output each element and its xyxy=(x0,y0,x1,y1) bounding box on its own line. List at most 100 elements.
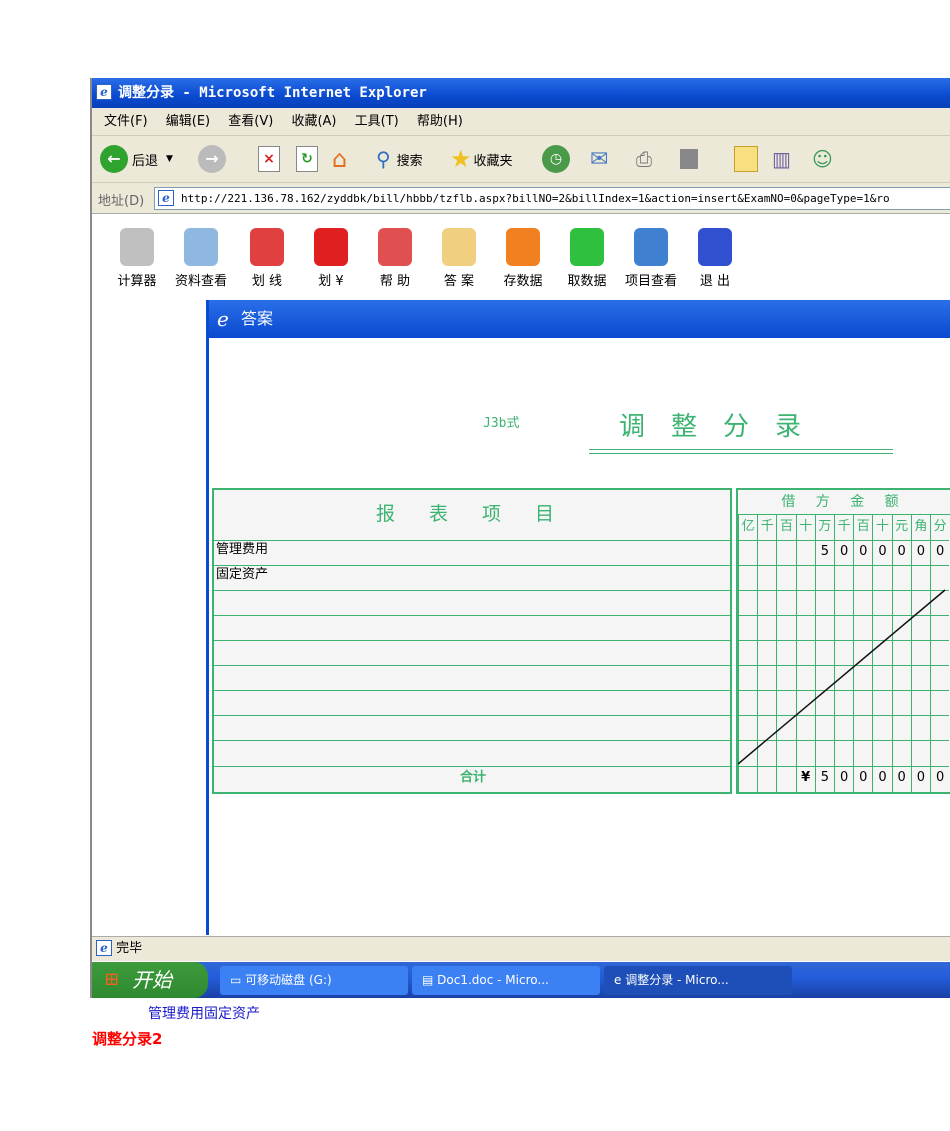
star-icon: ★ xyxy=(450,145,472,173)
tool-button-7[interactable]: 取数据 xyxy=(556,228,618,289)
tool-icon xyxy=(314,228,348,266)
menu-view[interactable]: 查看(V) xyxy=(226,108,275,136)
task-removable-disk[interactable]: ▭ 可移动磁盘 (G:) xyxy=(220,966,408,995)
table-row xyxy=(214,690,730,715)
tool-icon xyxy=(698,228,732,266)
table-row xyxy=(214,740,730,766)
refresh-button[interactable]: ↻ xyxy=(296,144,318,174)
table-row: 固定资产 xyxy=(214,565,730,590)
edit-button[interactable] xyxy=(680,144,698,174)
window-title: 调整分录 - Microsoft Internet Explorer xyxy=(118,85,427,101)
tool-button-6[interactable]: 存数据 xyxy=(492,228,554,289)
menu-bar: 文件(F) 编辑(E) 查看(V) 收藏(A) 工具(T) 帮助(H) xyxy=(92,108,950,136)
tool-label: 存数据 xyxy=(503,274,543,289)
tool-icon xyxy=(250,228,284,266)
dropdown-icon: ▼ xyxy=(166,154,173,164)
title-bar: e 调整分录 - Microsoft Internet Explorer xyxy=(92,78,950,108)
dialog-title-bar: e 答案 xyxy=(209,300,950,338)
answer-dialog: e 答案 J3b式 调整分录 报 表 项 目 管理费用固定资产合计 借 方 金 额… xyxy=(206,300,950,935)
search-label: 搜索 xyxy=(396,153,423,169)
task-ie-active[interactable]: e 调整分录 - Micro... xyxy=(604,966,792,995)
forward-button[interactable]: → xyxy=(198,144,226,174)
tool-label: 答 案 xyxy=(443,274,475,289)
menu-tools[interactable]: 工具(T) xyxy=(353,108,401,136)
messenger-icon: ☺ xyxy=(812,147,833,171)
tool-label: 计算器 xyxy=(117,274,157,289)
tool-label: 取数据 xyxy=(567,274,607,289)
items-header: 报 表 项 目 xyxy=(375,503,569,525)
table-row xyxy=(214,590,730,615)
tool-button-0[interactable]: 计算器 xyxy=(106,228,168,289)
tool-button-2[interactable]: 划 线 xyxy=(236,228,298,289)
task-label: 调整分录 - Micro... xyxy=(625,973,729,987)
status-bar: e 完毕 xyxy=(92,936,950,961)
menu-favorites[interactable]: 收藏(A) xyxy=(289,108,338,136)
table-row xyxy=(214,715,730,740)
address-bar: 地址(D) e http://221.136.78.162/zyddbk/bil… xyxy=(92,183,950,214)
messenger-button[interactable]: ☺ xyxy=(812,144,833,174)
table-row xyxy=(214,615,730,640)
home-icon: ⌂ xyxy=(332,145,348,173)
table-row xyxy=(214,665,730,690)
search-icon: ⚲ xyxy=(376,147,391,171)
tool-label: 帮 助 xyxy=(379,274,411,289)
tool-icon xyxy=(378,228,412,266)
doc-heading: 调整分录2 xyxy=(92,1030,163,1048)
discuss-button[interactable] xyxy=(734,144,758,174)
tool-button-4[interactable]: 帮 助 xyxy=(364,228,426,289)
history-button[interactable]: ◷ xyxy=(542,144,570,174)
refresh-icon: ↻ xyxy=(296,146,318,172)
items-table: 报 表 项 目 管理费用固定资产合计 xyxy=(212,488,732,794)
favorites-button[interactable]: ★ 收藏夹 xyxy=(450,144,513,174)
tool-label: 项目查看 xyxy=(624,274,677,289)
item-name[interactable]: 固定资产 xyxy=(216,567,268,582)
start-button[interactable]: ⊞ 开始 xyxy=(92,962,208,998)
stop-button[interactable]: × xyxy=(258,144,280,174)
mail-button[interactable]: ✉ xyxy=(590,144,608,174)
tool-label: 资料查看 xyxy=(174,274,227,289)
table-row xyxy=(214,640,730,665)
tool-button-1[interactable]: 资料查看 xyxy=(170,228,232,289)
total-row: 合计 xyxy=(214,766,730,794)
debit-amount-table: 借 方 金 额 亿千百十 ¥ 万 5 5 千 0 0 百 0 0 十 0 0 元 0 0 角 0 0 分 0 0 xyxy=(736,488,950,794)
dialog-title: 答案 xyxy=(241,309,274,328)
ie-icon: e xyxy=(96,940,112,956)
tool-button-3[interactable]: 划 ¥ xyxy=(300,228,362,289)
tool-label: 划 线 xyxy=(251,274,283,289)
form-code: J3b式 xyxy=(483,416,520,431)
tool-button-9[interactable]: 退 出 xyxy=(684,228,746,289)
table-row: 管理费用 xyxy=(214,540,730,565)
favorites-label: 收藏夹 xyxy=(473,153,513,169)
menu-file[interactable]: 文件(F) xyxy=(102,108,150,136)
history-icon: ◷ xyxy=(542,145,570,173)
voucher-title: 调整分录 xyxy=(619,412,828,442)
back-button[interactable]: ← 后退 ▼ xyxy=(100,144,173,174)
app-toolbar: 计算器 资料查看 划 线 划 ¥ 帮 助 答 案 存数据 取数据 项目查看 退 出 xyxy=(106,228,806,298)
menu-edit[interactable]: 编辑(E) xyxy=(164,108,212,136)
cancel-diagonal-line xyxy=(738,589,946,765)
menu-help[interactable]: 帮助(H) xyxy=(415,108,465,136)
tool-icon xyxy=(184,228,218,266)
diagonal-line xyxy=(738,589,946,765)
tool-label: 退 出 xyxy=(699,274,731,289)
doc-text-line: 管理费用固定资产 xyxy=(148,1006,260,1022)
title-underline xyxy=(589,449,893,454)
address-input[interactable]: e http://221.136.78.162/zyddbk/bill/hbbb… xyxy=(154,187,950,210)
ie-window: e 调整分录 - Microsoft Internet Explorer 文件(… xyxy=(90,78,950,998)
status-text: 完毕 xyxy=(116,941,143,956)
task-doc1[interactable]: ▤ Doc1.doc - Micro... xyxy=(412,966,600,995)
search-button[interactable]: ⚲ 搜索 xyxy=(376,144,423,174)
forward-arrow-icon: → xyxy=(198,145,226,173)
start-label: 开始 xyxy=(132,968,172,992)
print-button[interactable]: ⎙ xyxy=(636,144,652,174)
tool-button-8[interactable]: 项目查看 xyxy=(620,228,682,289)
windows-logo-icon: ⊞ xyxy=(104,969,120,990)
research-button[interactable]: ▥ xyxy=(772,144,791,174)
taskbar: ⊞ 开始 ▭ 可移动磁盘 (G:) ▤ Doc1.doc - Micro... e… xyxy=(92,962,950,998)
tool-button-5[interactable]: 答 案 xyxy=(428,228,490,289)
item-name[interactable]: 管理费用 xyxy=(216,542,268,557)
tool-label: 划 ¥ xyxy=(318,274,344,289)
home-button[interactable]: ⌂ xyxy=(332,144,347,174)
research-icon: ▥ xyxy=(772,147,791,171)
page-icon: e xyxy=(158,190,174,206)
